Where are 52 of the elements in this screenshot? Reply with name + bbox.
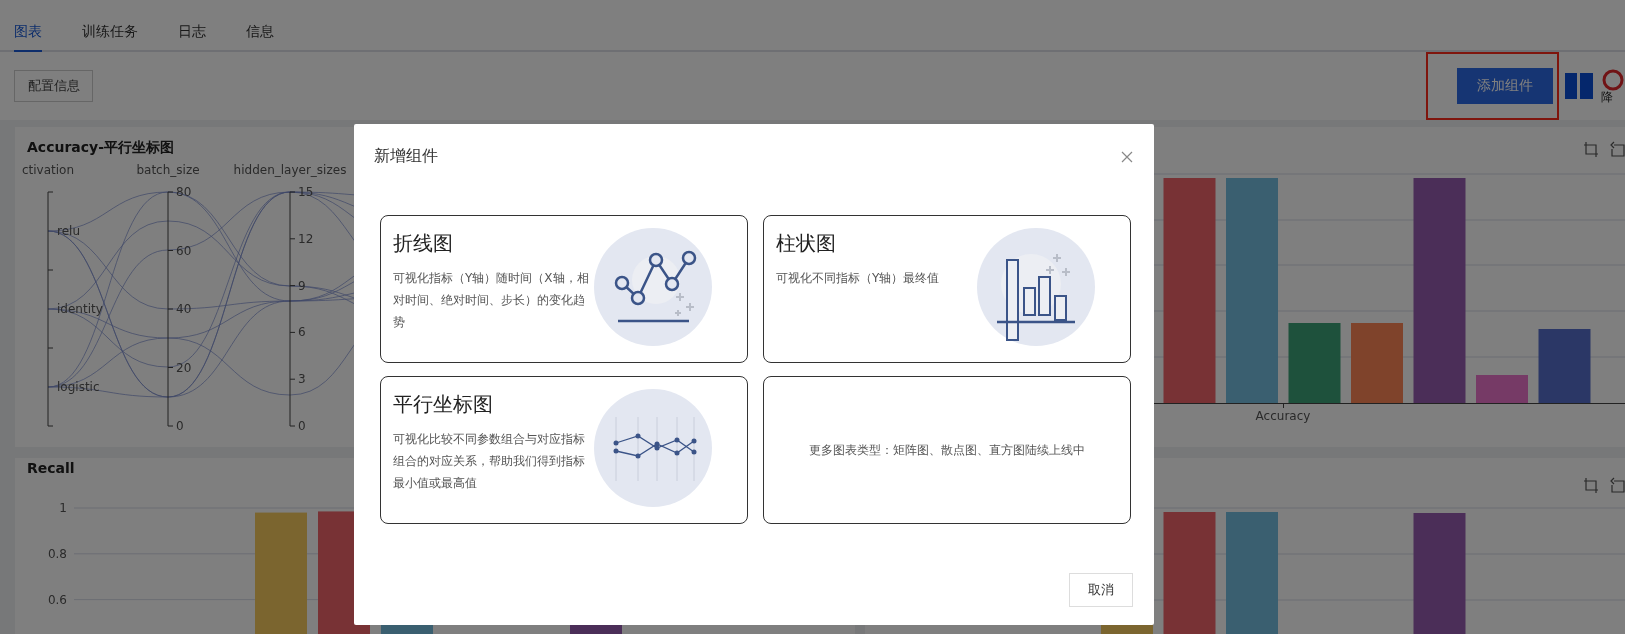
- two-column-layout-icon[interactable]: [1565, 73, 1593, 99]
- bar: [1476, 375, 1528, 403]
- axis-name: ctivation: [21, 163, 75, 177]
- chart-type-card[interactable]: 更多图表类型：矩阵图、散点图、直方图陆续上线中: [763, 376, 1131, 524]
- chart-title: Recall: [27, 460, 75, 476]
- button-label[interactable]: 降: [1601, 90, 1613, 104]
- axis-label: 0: [176, 419, 184, 433]
- axis-label: 1: [59, 501, 67, 515]
- axis-label: 0.8: [47, 546, 67, 561]
- axis-label: 80: [176, 185, 192, 199]
- axis-label: 12: [298, 231, 314, 246]
- chart-type-card[interactable]: 平行坐标图 可视化比较不同参数组合与对应指标组合的对应关系，帮助我们得到指标最小值或最高值: [380, 376, 748, 524]
- axis-label: 15: [298, 185, 314, 199]
- axis-label: logistic: [57, 380, 100, 394]
- parallel-coordinates-illustration-icon: [594, 389, 712, 507]
- card-title: 柱状图: [776, 230, 837, 257]
- crop-icon[interactable]: [1583, 477, 1599, 493]
- dialog-title: 新增组件: [374, 146, 438, 167]
- card-title: 平行坐标图: [393, 391, 494, 418]
- axis-label: 9: [298, 278, 306, 293]
- bar-chart-illustration-icon: [977, 228, 1095, 346]
- axis-label: 40: [176, 302, 192, 316]
- line-chart-illustration-icon: [594, 228, 712, 346]
- tab[interactable]: 日志: [178, 23, 206, 52]
- card-description: 可视化比较不同参数组合与对应指标组合的对应关系，帮助我们得到指标最小值或最高值: [393, 431, 586, 492]
- axis-label: 0: [298, 419, 306, 433]
- axis-name: hidden_layer_sizes: [233, 163, 347, 177]
- tab[interactable]: 信息: [246, 23, 274, 52]
- crop-icon[interactable]: [1583, 141, 1599, 157]
- card-description: 可视化指标（Y轴）随时间（X轴，相对时间、绝对时间、步长）的变化趋势: [393, 270, 589, 331]
- circle-icon[interactable]: [1601, 68, 1625, 91]
- card-description: 更多图表类型：矩阵图、散点图、直方图陆续上线中: [809, 442, 1085, 459]
- axis-label: 60: [176, 243, 192, 258]
- axis-label: 20: [176, 360, 192, 375]
- card-title: 折线图: [393, 230, 454, 257]
- axis-name: batch_size: [136, 163, 200, 177]
- chart-type-card[interactable]: 柱状图 可视化不同指标（Y轴）最终值: [763, 215, 1131, 363]
- axis-label: 6: [298, 325, 306, 340]
- config-info-button[interactable]: 配置信息: [14, 70, 93, 102]
- cancel-button[interactable]: 取消: [1069, 573, 1133, 607]
- axis-label: 0.6: [47, 592, 67, 607]
- add-component-button[interactable]: 添加组件: [1457, 68, 1553, 104]
- axis-label: relu: [57, 224, 80, 238]
- axis-label: Accuracy: [1255, 409, 1311, 423]
- reset-icon[interactable]: [1609, 477, 1625, 493]
- axis-label: identity: [57, 302, 103, 316]
- tab[interactable]: 训练任务: [82, 23, 138, 52]
- chart-title: Accuracy-平行坐标图: [27, 139, 174, 157]
- reset-icon[interactable]: [1609, 141, 1625, 157]
- axis-label: 3: [298, 372, 306, 387]
- card-description: 可视化不同指标（Y轴）最终值: [776, 270, 941, 287]
- chart-type-card[interactable]: 折线图 可视化指标（Y轴）随时间（X轴，相对时间、绝对时间、步长）的变化趋势: [380, 215, 748, 363]
